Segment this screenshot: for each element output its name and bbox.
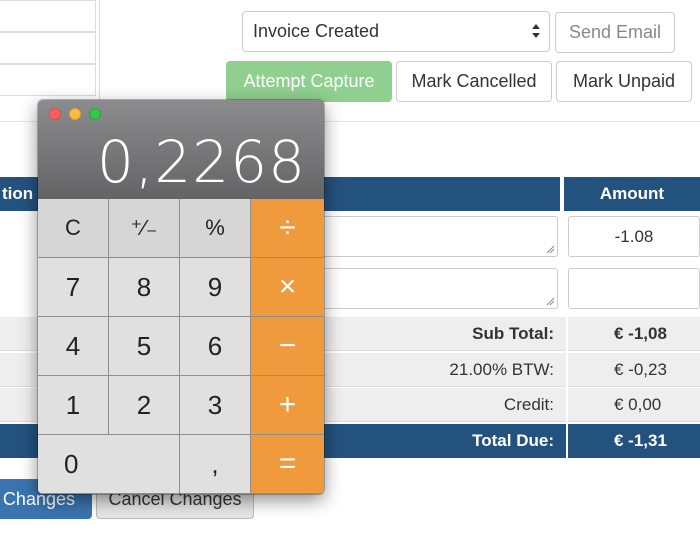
clear-key[interactable]: C (38, 199, 109, 258)
minus-key[interactable]: − (251, 317, 324, 376)
calculator-window[interactable]: 0,2268 C ⁺∕₋ % ÷ 7 8 9 × 4 5 6 − 1 2 3 +… (38, 100, 324, 494)
digit-4-key[interactable]: 4 (38, 317, 109, 376)
digit-8-key[interactable]: 8 (109, 258, 180, 317)
calculator-display: 0,2268 (38, 100, 324, 199)
credit-value: € 0,00 (566, 388, 700, 422)
send-email-button[interactable]: Send Email (555, 12, 675, 53)
total-due-value: € -1,31 (566, 424, 700, 458)
mark-unpaid-button[interactable]: Mark Unpaid (556, 61, 692, 102)
line-item-amount-input[interactable] (568, 268, 700, 309)
left-panel-row[interactable] (0, 32, 96, 64)
divide-key[interactable]: ÷ (251, 199, 324, 258)
select-arrows-icon (532, 24, 540, 38)
resize-handle-icon[interactable] (545, 244, 555, 254)
minimize-window-button[interactable] (69, 108, 81, 120)
multiply-key[interactable]: × (251, 258, 324, 317)
equals-key[interactable]: = (251, 435, 324, 494)
line-item-description-input[interactable] (300, 268, 558, 309)
digit-7-key[interactable]: 7 (38, 258, 109, 317)
resize-handle-icon[interactable] (545, 296, 555, 306)
calculator-display-value: 0,2268 (97, 128, 306, 196)
digit-2-key[interactable]: 2 (109, 376, 180, 435)
amount-column-header: Amount (564, 177, 700, 211)
line-item-description-input[interactable] (300, 216, 558, 257)
digit-3-key[interactable]: 3 (180, 376, 251, 435)
digit-0-key[interactable]: 0 (38, 435, 180, 494)
plus-key[interactable]: + (251, 376, 324, 435)
attempt-capture-button[interactable]: Attempt Capture (226, 61, 392, 102)
close-window-button[interactable] (49, 108, 61, 120)
tax-value: € -0,23 (566, 353, 700, 387)
decimal-key[interactable]: , (180, 435, 251, 494)
invoice-status-select[interactable]: Invoice Created (242, 11, 550, 52)
percent-key[interactable]: % (180, 199, 251, 258)
sign-toggle-key[interactable]: ⁺∕₋ (109, 199, 180, 258)
invoice-status-value: Invoice Created (253, 21, 380, 41)
digit-9-key[interactable]: 9 (180, 258, 251, 317)
digit-6-key[interactable]: 6 (180, 317, 251, 376)
subtotal-value: € -1,08 (566, 317, 700, 351)
mark-cancelled-button[interactable]: Mark Cancelled (396, 61, 552, 102)
digit-5-key[interactable]: 5 (109, 317, 180, 376)
left-panel-row[interactable] (0, 0, 96, 32)
line-item-amount-input[interactable]: -1.08 (568, 216, 700, 257)
left-panel-row[interactable] (0, 64, 96, 96)
maximize-window-button[interactable] (89, 108, 101, 120)
digit-1-key[interactable]: 1 (38, 376, 109, 435)
